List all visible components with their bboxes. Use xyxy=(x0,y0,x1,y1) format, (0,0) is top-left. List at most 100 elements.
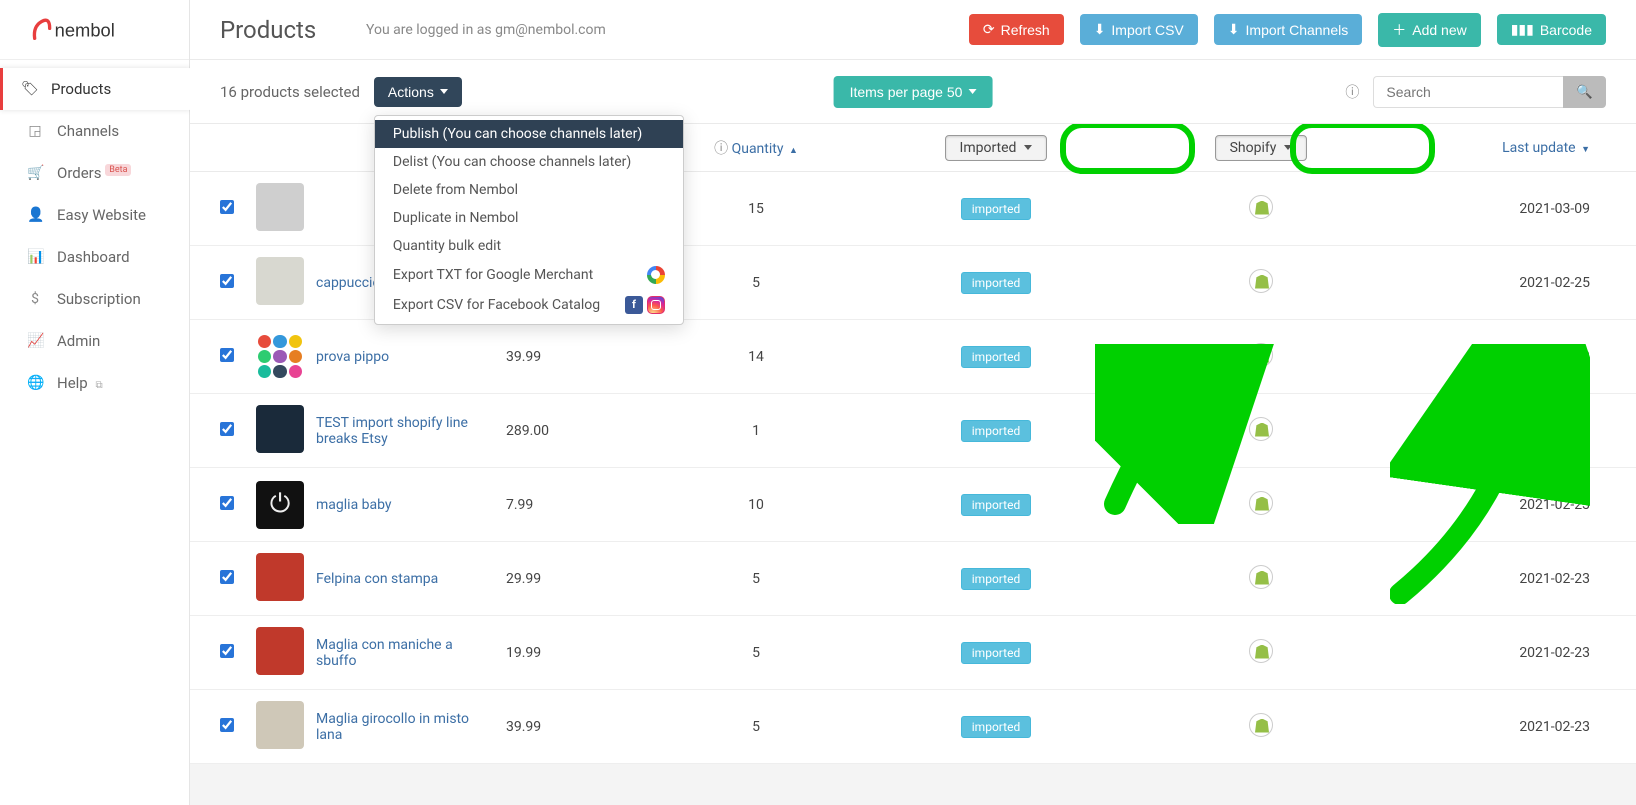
sidebar-item-products[interactable]: 🏷 Products xyxy=(0,68,191,110)
caret-down-icon xyxy=(968,89,976,94)
barcode-button[interactable]: ▮▮▮ Barcode xyxy=(1497,14,1606,45)
brand-logo[interactable]: nembol xyxy=(0,0,189,60)
product-thumbnail[interactable] xyxy=(256,333,316,381)
dropdown-item-publish[interactable]: Publish (You can choose channels later) xyxy=(375,120,683,148)
product-title-link[interactable]: prova pippo xyxy=(316,349,389,365)
last-update-date: 2021-02-23 xyxy=(1386,645,1606,661)
sidebar-item-label: Dashboard xyxy=(57,248,130,266)
row-checkbox[interactable] xyxy=(220,644,234,658)
row-checkbox[interactable] xyxy=(220,422,234,436)
sidebar-item-label: Channels xyxy=(57,122,119,140)
last-update-date: 2021-03-09 xyxy=(1386,201,1606,217)
shopify-icon[interactable] xyxy=(1249,491,1273,515)
product-title-link[interactable]: maglia baby xyxy=(316,497,392,513)
product-quantity: 1 xyxy=(656,423,856,439)
shopify-icon[interactable] xyxy=(1249,417,1273,441)
info-icon[interactable]: ⓘ xyxy=(1345,82,1359,102)
imported-chip: imported xyxy=(961,420,1031,442)
product-price: 289.00 xyxy=(506,423,656,439)
shopify-icon[interactable] xyxy=(1249,269,1273,293)
product-price: 29.99 xyxy=(506,571,656,587)
product-title-link[interactable]: Felpina con stampa xyxy=(316,571,438,587)
product-quantity: 10 xyxy=(656,497,856,513)
items-per-page-button[interactable]: Items per page 50 xyxy=(834,76,993,108)
shopify-icon[interactable] xyxy=(1249,343,1273,367)
row-checkbox[interactable] xyxy=(220,570,234,584)
sidebar-item-label: Easy Website xyxy=(57,206,146,224)
product-title-link[interactable]: TEST import shopify line breaks Etsy xyxy=(316,415,468,447)
imported-chip: imported xyxy=(961,716,1031,738)
dropdown-item-delete[interactable]: Delete from Nembol xyxy=(375,176,683,204)
external-link-icon: ⧉ xyxy=(95,380,102,391)
sidebar-item-admin[interactable]: 📈 Admin xyxy=(6,320,189,362)
product-thumbnail[interactable] xyxy=(256,553,316,605)
sidebar-item-help[interactable]: 🌐 Help ⧉ xyxy=(6,362,189,404)
selected-count: 16 products selected xyxy=(220,83,360,101)
dropdown-item-delist[interactable]: Delist (You can choose channels later) xyxy=(375,148,683,176)
row-checkbox[interactable] xyxy=(220,718,234,732)
last-update-date: 2021-02-23 xyxy=(1386,719,1606,735)
sidebar-item-dashboard[interactable]: 📊 Dashboard xyxy=(6,236,189,278)
dropdown-item-duplicate[interactable]: Duplicate in Nembol xyxy=(375,204,683,232)
dropdown-item-export-google[interactable]: Export TXT for Google Merchant xyxy=(375,260,683,290)
product-thumbnail[interactable]: ⏻ xyxy=(256,481,316,529)
sidebar-item-label: Orders Beta xyxy=(57,164,131,182)
table-row: TEST import shopify line breaks Etsy 289.… xyxy=(190,394,1636,468)
search-input[interactable] xyxy=(1373,76,1563,108)
shopify-icon[interactable] xyxy=(1249,713,1273,737)
dropdown-item-export-facebook[interactable]: Export CSV for Facebook Catalogf xyxy=(375,290,683,320)
column-last-update[interactable]: Last update xyxy=(1502,140,1576,156)
refresh-button[interactable]: ⟳ Refresh xyxy=(969,14,1064,45)
topbar: Products You are logged in as gm@nembol.… xyxy=(190,0,1636,60)
sidebar-item-easy-website[interactable]: 👤 Easy Website xyxy=(6,194,189,236)
dropdown-item-quantity-bulk[interactable]: Quantity bulk edit xyxy=(375,232,683,260)
row-checkbox[interactable] xyxy=(220,200,234,214)
sidebar-item-label: Products xyxy=(51,80,111,98)
product-quantity: 5 xyxy=(656,719,856,735)
sidebar-item-label: Help ⧉ xyxy=(57,374,103,392)
caret-down-icon xyxy=(1284,145,1292,150)
sidebar-item-channels[interactable]: ◲ Channels xyxy=(6,110,189,152)
globe-icon: 🌐 xyxy=(27,375,43,391)
product-thumbnail[interactable] xyxy=(256,257,316,309)
filter-shopify[interactable]: Shopify xyxy=(1215,135,1308,161)
beta-badge: Beta xyxy=(105,164,131,176)
search-button[interactable]: 🔍 xyxy=(1563,76,1606,108)
product-thumbnail[interactable] xyxy=(256,701,316,753)
last-update-date: 2021-02-25 xyxy=(1386,275,1606,291)
last-update-date: 2021-02-23 xyxy=(1386,423,1606,439)
product-price: 39.99 xyxy=(506,349,656,365)
sidebar-item-label: Admin xyxy=(57,332,100,350)
row-checkbox[interactable] xyxy=(220,348,234,362)
filter-imported[interactable]: Imported xyxy=(945,135,1048,161)
dashboard-icon: 📊 xyxy=(27,249,43,265)
import-csv-button[interactable]: ⬇ Import CSV xyxy=(1080,14,1198,45)
sidebar-item-orders[interactable]: 🛒 Orders Beta xyxy=(6,152,189,194)
download-icon: ⬇ xyxy=(1228,21,1240,38)
last-update-date: 2021-02-23 xyxy=(1386,571,1606,587)
imported-chip: imported xyxy=(961,568,1031,590)
row-checkbox[interactable] xyxy=(220,274,234,288)
product-quantity: 5 xyxy=(656,275,856,291)
product-thumbnail[interactable] xyxy=(256,405,316,457)
shopify-icon[interactable] xyxy=(1249,565,1273,589)
shopify-icon[interactable] xyxy=(1249,195,1273,219)
sidebar-item-subscription[interactable]: $ Subscription xyxy=(6,278,189,320)
product-thumbnail[interactable] xyxy=(256,183,316,235)
row-checkbox[interactable] xyxy=(220,496,234,510)
tag-icon: 🏷 xyxy=(21,81,37,97)
product-title-link[interactable]: Maglia con maniche a sbuffo xyxy=(316,637,453,669)
product-title-link[interactable]: Maglia girocollo in misto lana xyxy=(316,711,469,743)
shopify-icon[interactable] xyxy=(1249,639,1273,663)
chart-icon: 📈 xyxy=(27,333,43,349)
info-icon[interactable]: ⓘ xyxy=(714,141,728,157)
controlbar: 16 products selected Actions Publish (Yo… xyxy=(190,60,1636,124)
column-quantity[interactable]: Quantity xyxy=(732,141,784,157)
import-channels-button[interactable]: ⬇ Import Channels xyxy=(1214,14,1362,45)
product-thumbnail[interactable] xyxy=(256,627,316,679)
refresh-icon: ⟳ xyxy=(983,21,995,38)
add-new-button[interactable]: ＋ Add new xyxy=(1378,13,1480,47)
product-title-link[interactable]: cappuccio xyxy=(316,275,380,291)
channels-icon: ◲ xyxy=(27,123,43,139)
actions-button[interactable]: Actions xyxy=(374,77,462,107)
